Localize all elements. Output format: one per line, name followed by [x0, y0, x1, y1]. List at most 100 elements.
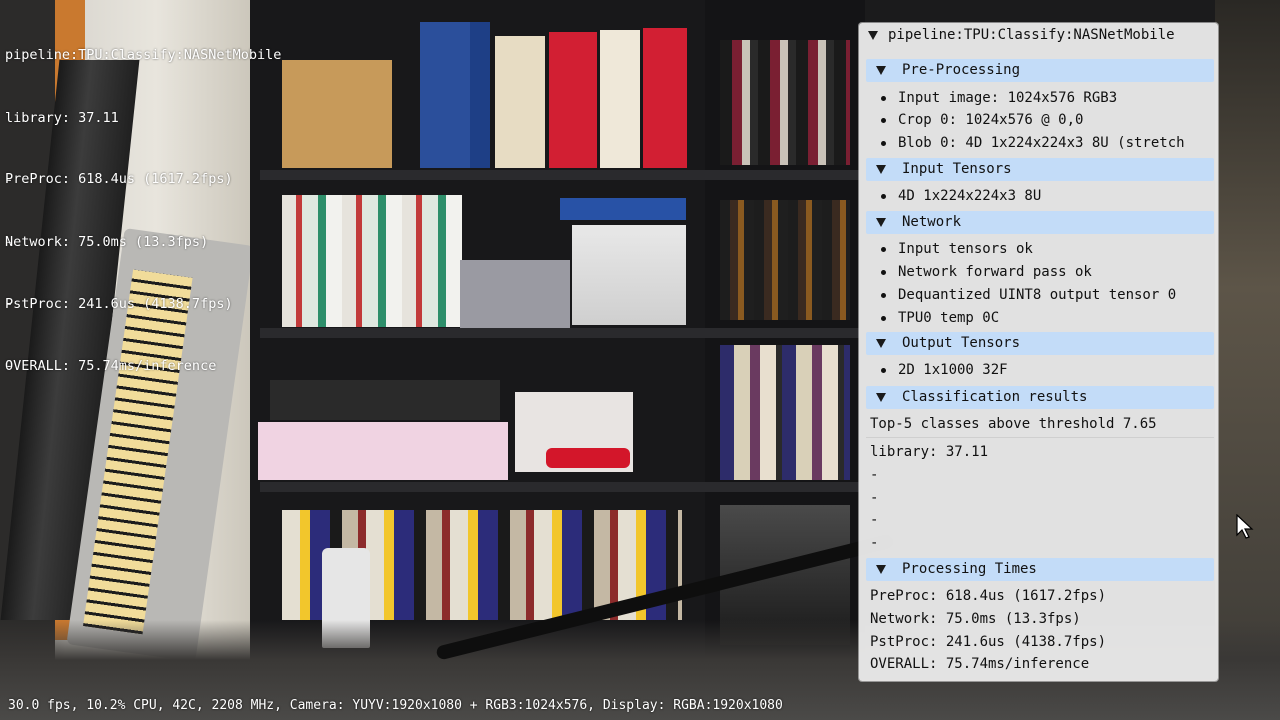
list-item: Network forward pass ok [859, 261, 1218, 283]
expand-triangle-icon [876, 165, 886, 174]
list-item: TPU0 temp 0C [859, 307, 1218, 329]
panel-title-bar[interactable]: pipeline:TPU:Classify:NASNetMobile [859, 23, 1218, 47]
overlay-timing: PreProc: 618.4us (1617.2fps) Network: 75… [5, 128, 233, 397]
item-text: 2D 1x1000 32F [898, 362, 1008, 378]
result-row: - [859, 487, 1218, 509]
section-header-label: Pre-Processing [902, 62, 1021, 78]
binders [282, 195, 462, 327]
section-processing-times[interactable]: Processing Times [866, 558, 1214, 581]
bullet-icon [881, 316, 886, 321]
overlay-pstproc: PstProc: 241.6us (4138.7fps) [5, 295, 233, 312]
result-row: library: 37.11 [859, 441, 1218, 463]
item-text: Dequantized UINT8 output tensor 0 [898, 287, 1177, 303]
binder [549, 32, 597, 168]
shelf-board [260, 482, 860, 492]
ai-book [560, 198, 686, 220]
collapse-triangle-icon[interactable] [868, 31, 878, 40]
threshold-text: Top-5 classes above threshold 7.65 [859, 413, 1218, 435]
timing-text: Network: 75.0ms (13.3fps) [870, 611, 1081, 627]
overlay-overall: OVERALL: 75.74ms/inference [5, 357, 217, 374]
bullet-icon [881, 293, 886, 298]
result-text: - [870, 467, 879, 483]
threshold-label: Top-5 classes above threshold 7.65 [870, 416, 1157, 432]
pink-storage-box [258, 422, 508, 480]
list-item: Blob 0: 4D 1x224x224x3 8U (stretch [859, 132, 1218, 154]
item-text: Blob 0: 4D 1x224x224x3 8U (stretch [898, 135, 1185, 151]
electronics [270, 380, 500, 420]
bullet-icon [881, 368, 886, 373]
pipeline-panel: pipeline:TPU:Classify:NASNetMobile Pre-P… [859, 23, 1218, 681]
papers [572, 225, 686, 325]
item-text: Input tensors ok [898, 241, 1033, 257]
result-text: - [870, 512, 879, 528]
binder [495, 36, 545, 168]
result-row: - [859, 509, 1218, 531]
section-header-label: Output Tensors [902, 335, 1021, 351]
books [720, 40, 850, 165]
result-text: library: 37.11 [870, 444, 989, 460]
item-text: Crop 0: 1024x576 @ 0,0 [898, 112, 1084, 128]
section-header-label: Network [902, 214, 962, 230]
binder [470, 22, 490, 168]
section-input-tensors[interactable]: Input Tensors [866, 158, 1214, 181]
overlay-preproc: PreProc: 618.4us (1617.2fps) [5, 171, 233, 188]
timing-text: OVERALL: 75.74ms/inference [870, 656, 1090, 672]
section-header-label: Classification results [902, 389, 1088, 405]
item-text: 4D 1x224x224x3 8U [898, 188, 1042, 204]
timing-row: OVERALL: 75.74ms/inference [859, 653, 1218, 675]
red-case [546, 448, 630, 468]
bullet-icon [881, 270, 886, 275]
bullet-icon [881, 194, 886, 199]
item-text: TPU0 temp 0C [898, 310, 1000, 326]
panel-title: pipeline:TPU:Classify:NASNetMobile [888, 27, 1175, 43]
books [720, 345, 850, 480]
divider [866, 437, 1214, 438]
item-text: Network forward pass ok [898, 264, 1092, 280]
section-header-label: Input Tensors [902, 161, 1012, 177]
list-item: 4D 1x224x224x3 8U [859, 185, 1218, 207]
result-text: - [870, 535, 879, 551]
result-text: - [870, 490, 879, 506]
binder [643, 28, 687, 168]
section-network[interactable]: Network [866, 211, 1214, 234]
binder [420, 22, 470, 168]
result-row: - [859, 464, 1218, 486]
expand-triangle-icon [876, 565, 886, 574]
bullet-icon [881, 96, 886, 101]
timing-row: Network: 75.0ms (13.3fps) [859, 608, 1218, 630]
overlay-pipeline-label: pipeline:TPU:Classify:NASNetMobile [5, 47, 282, 64]
item-text: Input image: 1024x576 RGB3 [898, 90, 1118, 106]
list-item: Input image: 1024x576 RGB3 [859, 87, 1218, 109]
bullet-icon [881, 141, 886, 146]
section-classification-results[interactable]: Classification results [866, 386, 1214, 409]
bullet-icon [881, 247, 886, 252]
list-item: Dequantized UINT8 output tensor 0 [859, 284, 1218, 306]
list-item: 2D 1x1000 32F [859, 359, 1218, 381]
list-item: Crop 0: 1024x576 @ 0,0 [859, 109, 1218, 131]
expand-triangle-icon [876, 66, 886, 75]
timing-row: PstProc: 241.6us (4138.7fps) [859, 631, 1218, 653]
wall-right [1215, 0, 1280, 720]
status-bar: 30.0 fps, 10.2% CPU, 42C, 2208 MHz, Came… [8, 698, 783, 713]
overlay-network: Network: 75.0ms (13.3fps) [5, 233, 209, 250]
binder [600, 30, 640, 168]
books [720, 200, 850, 320]
bags [460, 260, 570, 328]
cardboard-box [282, 60, 392, 168]
timing-text: PstProc: 241.6us (4138.7fps) [870, 634, 1107, 650]
shelf-board [260, 328, 860, 338]
expand-triangle-icon [876, 218, 886, 227]
section-pre-processing[interactable]: Pre-Processing [866, 59, 1214, 82]
list-item: Input tensors ok [859, 238, 1218, 260]
bullet-icon [881, 118, 886, 123]
section-header-label: Processing Times [902, 561, 1037, 577]
overlay-top-result: library: 37.11 [5, 109, 119, 126]
section-output-tensors[interactable]: Output Tensors [866, 332, 1214, 355]
timing-text: PreProc: 618.4us (1617.2fps) [870, 588, 1107, 604]
timing-row: PreProc: 618.4us (1617.2fps) [859, 585, 1218, 607]
expand-triangle-icon [876, 393, 886, 402]
result-row: - [859, 532, 1218, 554]
shelf-board [260, 170, 860, 180]
mouse-cursor-icon [1236, 514, 1254, 539]
expand-triangle-icon [876, 339, 886, 348]
